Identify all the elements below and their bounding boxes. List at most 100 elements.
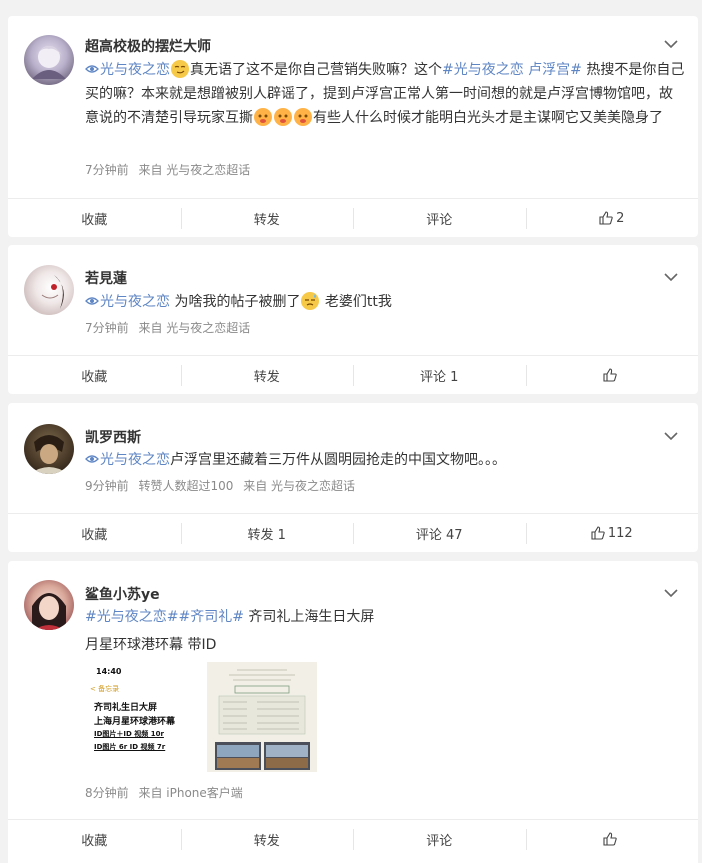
supertopic-link[interactable]: 光与夜之恋 <box>85 62 170 78</box>
post-meta: 8分钟前 来自 iPhone客户端 <box>85 784 249 801</box>
username[interactable]: 若見蓮 <box>85 268 127 288</box>
timestamp[interactable]: 8分钟前 <box>85 786 129 800</box>
like-button[interactable] <box>525 356 699 394</box>
thumbs-up-icon <box>603 368 617 382</box>
post-text: 光与夜之恋卢浮宫里还藏着三万件从圆明园抢走的中国文物吧。。。 <box>85 448 685 472</box>
supertopic-label: 光与夜之恋 <box>100 294 170 310</box>
comment-button[interactable]: 评论 1 <box>353 356 526 394</box>
post-text-part: 为啥我的帖子被删了 <box>170 294 301 310</box>
post-card: 若見蓮 光与夜之恋 为啥我的帖子被删了 老婆们tt我 7分钟前 来自 光与夜之恋… <box>8 245 698 394</box>
collect-label: 收藏 <box>81 527 108 543</box>
avatar-illustration <box>32 46 66 79</box>
post-text-part: 月星环球港环幕 带ID <box>85 637 217 653</box>
post-text-part: 真无语了这不是你自己营销失败嘛？这个 <box>190 62 442 78</box>
comment-button[interactable]: 评论 47 <box>353 514 526 552</box>
crying-emoji-icon <box>294 108 312 126</box>
comment-button[interactable]: 评论 <box>353 199 526 237</box>
post-text: 光与夜之恋 真无语了这不是你自己营销失败嘛？这个#光与夜之恋 卢浮宫# 热搜不是你… <box>85 58 685 130</box>
image-thumbnail[interactable]: 14:40 < 备忘录 齐司礼生日大屏 上海月星环球港环幕 ID图片＋ID 视频… <box>86 662 196 772</box>
chevron-down-icon[interactable] <box>664 431 678 441</box>
repost-button[interactable]: 转发 1 <box>180 514 354 552</box>
comment-label: 评论 <box>426 833 453 849</box>
post-card: 超高校极的摆烂大师 光与夜之恋 真无语了这不是你自己营销失败嘛？这个#光与夜之恋 … <box>8 16 698 237</box>
repost-button[interactable]: 转发 <box>180 199 354 237</box>
crying-emoji-icon <box>274 108 292 126</box>
comment-label: 评论 47 <box>415 527 463 543</box>
timestamp[interactable]: 7分钟前 <box>85 163 129 177</box>
avatar-illustration <box>30 435 68 474</box>
avatar-illustration <box>32 593 66 630</box>
post-source[interactable]: 来自 光与夜之恋超话 <box>243 479 355 493</box>
post-text-part: 齐司礼上海生日大屏 <box>243 609 375 625</box>
crying-emoji-icon <box>254 108 272 126</box>
post-meta: 9分钟前 转赞人数超过100 来自 光与夜之恋超话 <box>85 477 361 494</box>
hashtag-link[interactable]: #光与夜之恋# <box>85 609 178 625</box>
like-button[interactable]: 112 <box>525 514 699 552</box>
avatar[interactable] <box>24 35 74 85</box>
comment-label: 评论 1 <box>420 369 459 385</box>
avatar[interactable] <box>24 424 74 474</box>
thumbs-up-icon <box>603 832 617 846</box>
repost-button[interactable]: 转发 <box>180 820 354 858</box>
username[interactable]: 鲨鱼小苏ye <box>85 584 160 604</box>
chevron-down-icon[interactable] <box>664 39 678 49</box>
supertopic-icon <box>85 455 99 463</box>
avatar[interactable] <box>24 580 74 630</box>
like-count: 112 <box>607 525 633 541</box>
timestamp[interactable]: 9分钟前 <box>85 479 129 493</box>
action-bar: 收藏 转发 评论 1 <box>8 355 698 394</box>
action-bar: 收藏 转发 评论 2 <box>8 198 698 237</box>
thumbs-up-icon <box>599 211 613 225</box>
supertopic-link[interactable]: 光与夜之恋 <box>85 452 170 468</box>
post-text-part: 有些人什么时候才能明白光头才是主谋啊它又美美隐身了 <box>313 110 663 126</box>
post-text: #光与夜之恋##齐司礼# 齐司礼上海生日大屏 月星环球港环幕 带ID <box>85 605 685 657</box>
repost-label: 转发 <box>253 212 280 228</box>
repost-label: 转发 1 <box>247 527 286 543</box>
action-bar: 收藏 转发 1 评论 47 112 <box>8 513 698 552</box>
collect-button[interactable]: 收藏 <box>8 820 181 858</box>
timestamp[interactable]: 7分钟前 <box>85 321 129 335</box>
thumbs-up-icon <box>591 526 605 540</box>
supertopic-label: 光与夜之恋 <box>100 452 170 468</box>
collect-label: 收藏 <box>81 833 108 849</box>
repost-button[interactable]: 转发 <box>180 356 354 394</box>
avatar-illustration <box>41 275 64 309</box>
supertopic-link[interactable]: 光与夜之恋 <box>85 294 170 310</box>
like-button[interactable]: 2 <box>525 199 699 237</box>
like-count: 2 <box>616 210 625 226</box>
repost-label: 转发 <box>253 833 280 849</box>
collect-button[interactable]: 收藏 <box>8 199 181 237</box>
supertopic-icon <box>85 65 99 73</box>
post-card: 鲨鱼小苏ye #光与夜之恋##齐司礼# 齐司礼上海生日大屏 月星环球港环幕 带I… <box>8 561 698 863</box>
thumb-memo-line: 齐司礼生日大屏 <box>94 703 158 713</box>
supertopic-label: 光与夜之恋 <box>100 62 170 78</box>
action-bar: 收藏 转发 评论 <box>8 819 698 858</box>
collect-button[interactable]: 收藏 <box>8 356 181 394</box>
post-text: 光与夜之恋 为啥我的帖子被删了 老婆们tt我 <box>85 290 685 314</box>
image-thumbnail[interactable] <box>207 662 317 772</box>
chevron-down-icon[interactable] <box>664 588 678 598</box>
repost-note: 转赞人数超过100 <box>138 479 234 493</box>
like-button[interactable] <box>525 820 699 858</box>
post-source[interactable]: 来自 光与夜之恋超话 <box>138 163 250 177</box>
thumb-clock: 14:40 <box>96 667 122 676</box>
username[interactable]: 超高校极的摆烂大师 <box>85 36 211 56</box>
post-card: 凯罗西斯 光与夜之恋卢浮宫里还藏着三万件从圆明园抢走的中国文物吧。。。 9分钟前… <box>8 403 698 552</box>
post-source[interactable]: 来自 光与夜之恋超话 <box>138 321 250 335</box>
collect-button[interactable]: 收藏 <box>8 514 181 552</box>
post-source[interactable]: 来自 iPhone客户端 <box>138 786 242 800</box>
post-text-line: 月星环球港环幕 带ID <box>85 633 685 657</box>
post-text-part: 卢浮宫里还藏着三万件从圆明园抢走的中国文物吧。。。 <box>170 452 506 468</box>
sweat-emoji-icon <box>301 292 320 310</box>
avatar[interactable] <box>24 265 74 315</box>
thumb-memo-line: 上海月星环球港环幕 <box>94 717 176 727</box>
comment-button[interactable]: 评论 <box>353 820 526 858</box>
post-meta: 7分钟前 来自 光与夜之恋超话 <box>85 319 256 336</box>
hashtag-link[interactable]: #齐司礼# <box>178 609 243 625</box>
username[interactable]: 凯罗西斯 <box>85 427 141 447</box>
thumb-memo-line: ID图片 6r ID 视频 7r <box>94 743 166 751</box>
hashtag-link[interactable]: #光与夜之恋 卢浮宫# <box>442 62 582 78</box>
poster-graphic <box>207 662 317 772</box>
smirk-emoji-icon <box>171 60 189 78</box>
chevron-down-icon[interactable] <box>664 272 678 282</box>
